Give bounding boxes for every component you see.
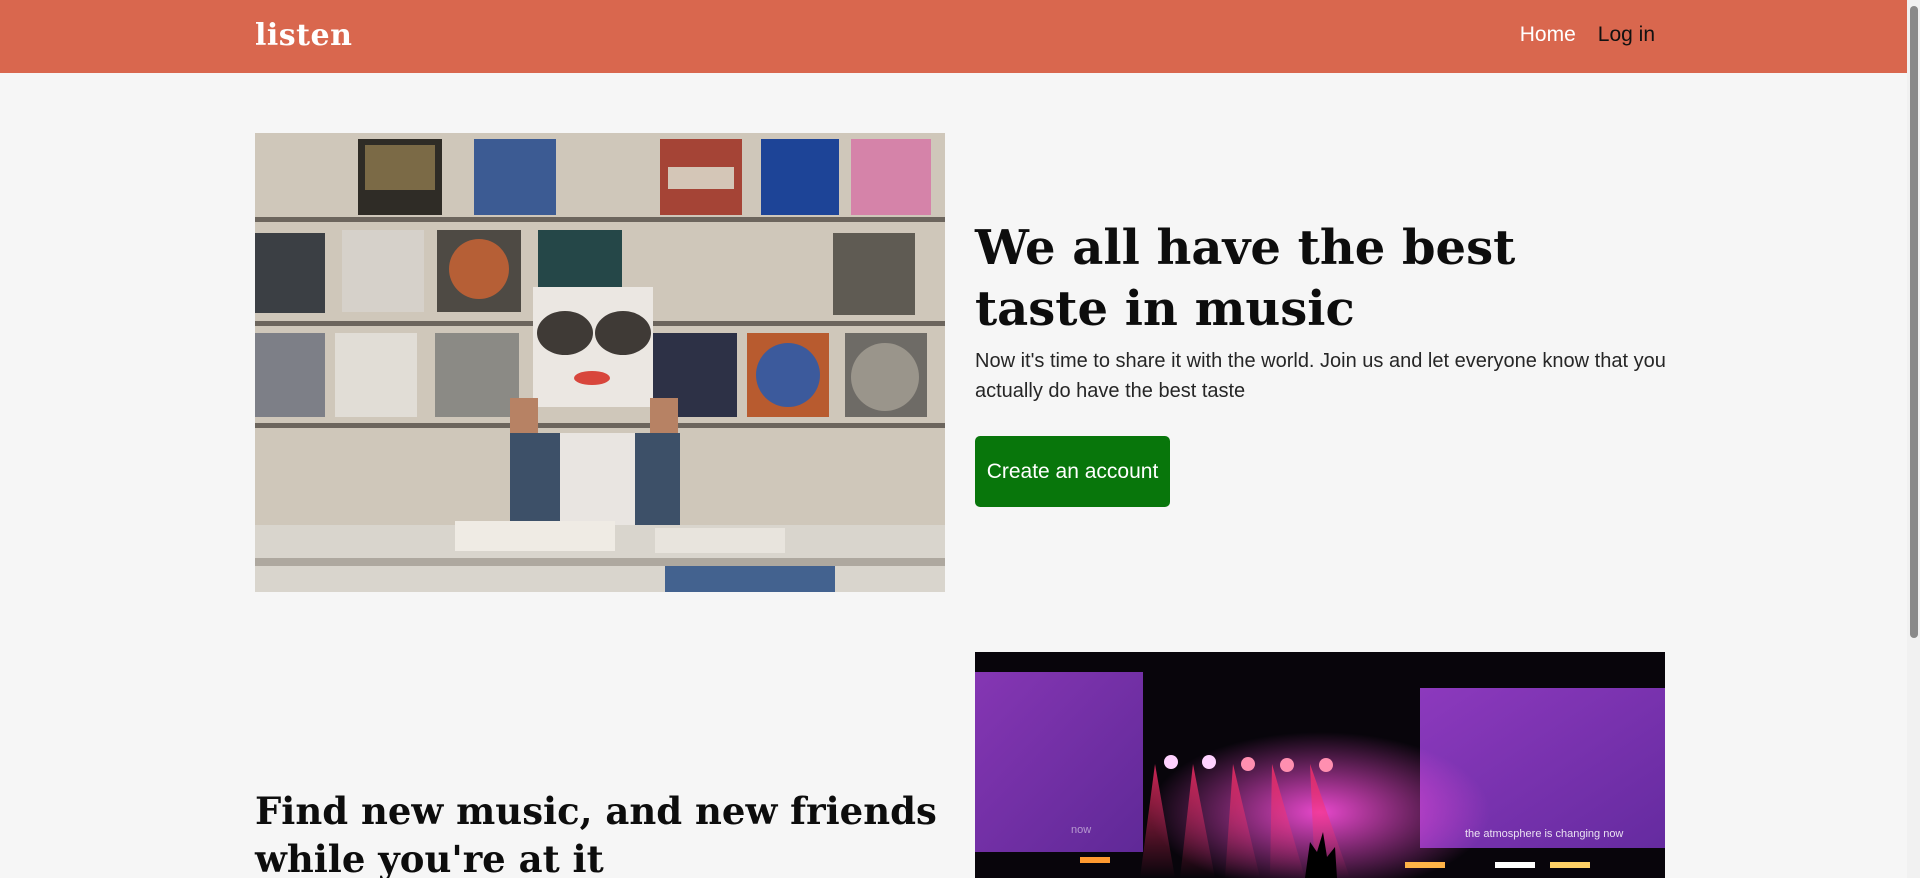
top-navigation-bar: listen Home Log in [0,0,1920,73]
concert-stage-image: now the atmosphere is changing now [975,652,1665,878]
main-nav: Home Log in [1520,23,1655,47]
brand-logo[interactable]: listen [255,18,352,53]
concert-stage-photo-icon [975,652,1665,878]
create-account-button[interactable]: Create an account [975,436,1170,507]
scrollbar-thumb[interactable] [1910,6,1918,638]
hero-record-store-image [255,133,945,592]
feature-title: Find new music, and new friends while yo… [255,789,937,878]
concert-image-caption-left: now [1071,824,1092,836]
nav-login-link[interactable]: Log in [1598,23,1655,47]
nav-home-link[interactable]: Home [1520,23,1576,47]
concert-image-caption: the atmosphere is changing now [1465,828,1624,840]
page-scrollbar[interactable] [1907,0,1920,878]
page: listen Home Log in We all have the best … [0,0,1920,878]
record-store-photo-icon [255,133,945,592]
hero-description: Now it's time to share it with the world… [975,350,1666,402]
hero-title: We all have the best taste in music [975,220,1516,337]
